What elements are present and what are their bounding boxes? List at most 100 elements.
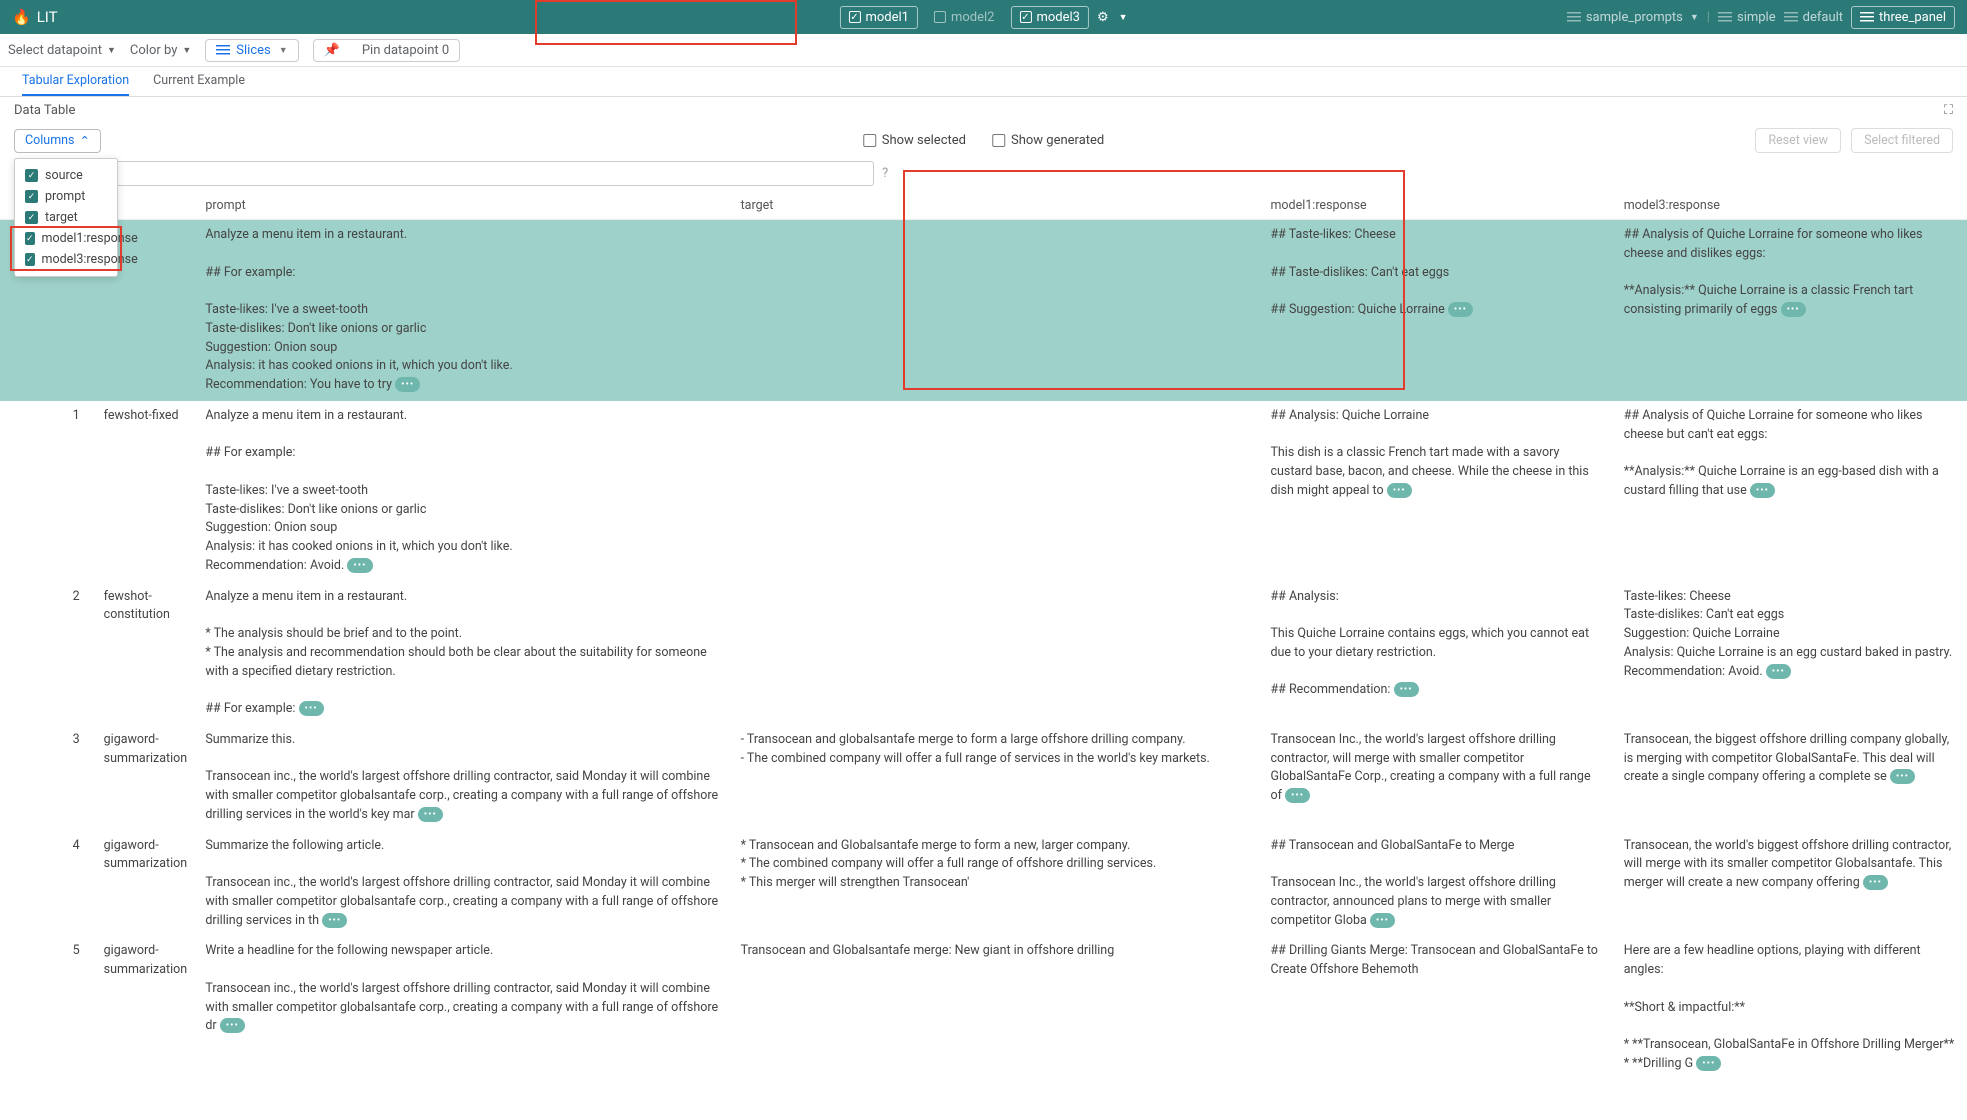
chevron-up-icon: ⌃ — [80, 133, 90, 149]
expand-text-icon[interactable] — [1448, 302, 1473, 317]
model2-toggle[interactable]: model2 — [926, 7, 1003, 28]
secondary-toolbar: Select datapoint▼ Color by▼ Slices ▼ 📌 P… — [0, 34, 1967, 67]
columns-button[interactable]: Columns ⌃ — [14, 129, 101, 153]
model-label: model1 — [865, 10, 909, 25]
pin-icon: 📌 — [324, 43, 340, 58]
col-target[interactable]: target — [731, 192, 1261, 220]
settings-icon[interactable]: ⚙ — [1097, 10, 1109, 25]
brand: 🔥 LIT — [12, 8, 58, 26]
data-table-wrap: prompt target model1:response model3:res… — [0, 192, 1967, 1120]
layout-default[interactable]: default — [1784, 10, 1843, 25]
show-selected-checkbox[interactable]: Show selected — [863, 133, 966, 148]
expand-text-icon[interactable] — [1387, 483, 1412, 498]
expand-text-icon[interactable] — [395, 377, 420, 392]
model-selector-group: model1 model2 model3 ⚙ ▼ — [839, 6, 1127, 29]
search-input[interactable] — [16, 161, 874, 186]
data-table: prompt target model1:response model3:res… — [0, 192, 1967, 1080]
layout-three-panel[interactable]: three_panel — [1851, 6, 1955, 29]
layout-simple[interactable]: simple — [1718, 10, 1776, 25]
checkbox-icon — [934, 11, 946, 23]
chevron-down-icon: ▼ — [1690, 12, 1699, 23]
table-cell: gigaword-summarization — [94, 936, 196, 1079]
columns-popover: source prompt target model1:response mod… — [14, 158, 118, 277]
expand-text-icon[interactable] — [1370, 913, 1395, 928]
table-cell: Summarize the following article. Transoc… — [195, 831, 730, 937]
model1-toggle[interactable]: model1 — [839, 6, 918, 29]
table-cell — [731, 401, 1261, 582]
main-tabs: Tabular Exploration Current Example — [0, 67, 1967, 97]
model3-toggle[interactable]: model3 — [1010, 6, 1089, 29]
show-generated-checkbox[interactable]: Show generated — [992, 133, 1104, 148]
expand-text-icon[interactable] — [1766, 664, 1791, 679]
slices-button[interactable]: Slices ▼ — [205, 39, 298, 62]
table-controls: Columns ⌃ Show selected Show generated R… — [0, 124, 1967, 159]
reset-view-button[interactable]: Reset view — [1755, 128, 1841, 153]
expand-text-icon[interactable] — [418, 807, 443, 822]
dataset-selector[interactable]: sample_prompts ▼ — [1567, 10, 1699, 25]
select-datapoint-dropdown[interactable]: Select datapoint▼ — [8, 43, 116, 58]
expand-text-icon[interactable] — [1781, 302, 1806, 317]
dataset-label: sample_prompts — [1586, 10, 1683, 25]
expand-text-icon[interactable] — [322, 913, 347, 928]
expand-text-icon[interactable] — [1863, 875, 1888, 890]
checkbox-icon — [25, 232, 35, 245]
checkbox-icon — [992, 134, 1005, 147]
table-cell: ## Analysis: Quiche Lorraine This dish i… — [1260, 401, 1613, 582]
expand-text-icon[interactable] — [299, 701, 324, 716]
table-row[interactable]: 4gigaword-summarizationSummarize the fol… — [0, 831, 1967, 937]
table-cell: Analyze a menu item in a restaurant. ## … — [195, 220, 730, 401]
expand-text-icon[interactable] — [220, 1018, 245, 1033]
column-toggle-model1-response[interactable]: model1:response — [25, 228, 107, 249]
table-row[interactable]: 3gigaword-summarizationSummarize this. T… — [0, 725, 1967, 831]
table-cell: gigaword-summarization — [94, 725, 196, 831]
table-row[interactable]: 2fewshot-constitutionAnalyze a menu item… — [0, 582, 1967, 725]
brand-name: LIT — [37, 8, 58, 26]
table-cell: Summarize this. Transocean inc., the wor… — [195, 725, 730, 831]
column-toggle-target[interactable]: target — [25, 207, 107, 228]
chevron-down-icon[interactable]: ▼ — [1119, 12, 1128, 23]
column-toggle-source[interactable]: source — [25, 165, 107, 186]
expand-text-icon[interactable] — [1285, 788, 1310, 803]
table-header-row: prompt target model1:response model3:res… — [0, 192, 1967, 220]
column-toggle-model3-response[interactable]: model3:response — [25, 249, 107, 270]
table-cell: 5 — [0, 936, 94, 1079]
col-model1-response[interactable]: model1:response — [1260, 192, 1613, 220]
flame-icon: 🔥 — [12, 8, 31, 26]
slices-icon — [216, 45, 230, 55]
table-cell — [731, 582, 1261, 725]
table-cell: ## Taste-likes: Cheese ## Taste-dislikes… — [1260, 220, 1613, 401]
pin-datapoint-button[interactable]: 📌 Pin datapoint 0 — [313, 39, 461, 62]
checkbox-icon — [25, 253, 35, 266]
checkbox-icon — [863, 134, 876, 147]
checkbox-icon — [25, 169, 38, 182]
expand-text-icon[interactable] — [1696, 1056, 1721, 1071]
table-cell — [731, 220, 1261, 401]
table-cell: fewshot-fixed — [94, 401, 196, 582]
select-filtered-button[interactable]: Select filtered — [1851, 128, 1953, 153]
tab-tabular-exploration[interactable]: Tabular Exploration — [22, 67, 129, 96]
table-cell: fewshot-constitution — [94, 582, 196, 725]
table-row[interactable]: 5gigaword-summarizationWrite a headline … — [0, 936, 1967, 1079]
column-toggle-prompt[interactable]: prompt — [25, 186, 107, 207]
expand-text-icon[interactable] — [1394, 682, 1419, 697]
col-prompt[interactable]: prompt — [195, 192, 730, 220]
expand-text-icon[interactable] — [1890, 769, 1915, 784]
expand-icon[interactable]: ⛶ — [1944, 103, 1953, 118]
table-cell: Analyze a menu item in a restaurant. * T… — [195, 582, 730, 725]
checkbox-icon — [25, 190, 38, 203]
top-bar: 🔥 LIT model1 model2 model3 ⚙ ▼ sample_pr… — [0, 0, 1967, 34]
panel-title: Data Table — [14, 103, 75, 118]
table-cell: Transocean Inc., the world's largest off… — [1260, 725, 1613, 831]
expand-text-icon[interactable] — [347, 558, 372, 573]
table-row[interactable]: 1fewshot-fixedAnalyze a menu item in a r… — [0, 401, 1967, 582]
table-row[interactable]: 0Analyze a menu item in a restaurant. ##… — [0, 220, 1967, 401]
col-model3-response[interactable]: model3:response — [1614, 192, 1967, 220]
expand-text-icon[interactable] — [1750, 483, 1775, 498]
table-cell: Taste-likes: Cheese Taste-dislikes: Can'… — [1614, 582, 1967, 725]
panel-header: Data Table ⛶ — [0, 97, 1967, 124]
table-cell: 1 — [0, 401, 94, 582]
help-icon[interactable]: ? — [882, 166, 888, 181]
table-cell: ## Analysis of Quiche Lorraine for someo… — [1614, 220, 1967, 401]
color-by-dropdown[interactable]: Color by▼ — [130, 43, 191, 58]
tab-current-example[interactable]: Current Example — [153, 67, 245, 96]
